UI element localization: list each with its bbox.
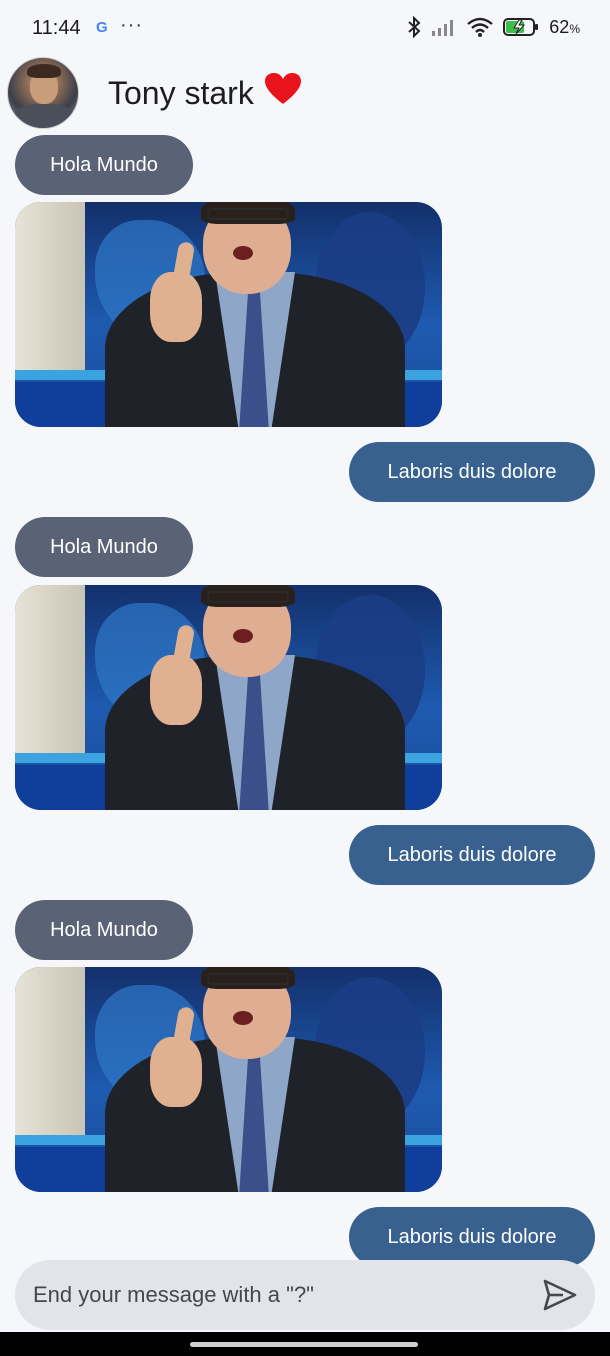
battery-percent: 62% [549, 16, 580, 37]
google-icon: G [96, 19, 108, 36]
status-bar: 11:44 G ··· 62% [0, 0, 610, 58]
gif-message[interactable] [15, 585, 442, 810]
signal-icon [432, 20, 454, 36]
message-bubble-received[interactable]: Hola Mundo [15, 135, 193, 195]
contact-name: Tony stark [108, 72, 302, 114]
message-bubble-received[interactable]: Hola Mundo [15, 517, 193, 577]
contact-name-text: Tony stark [108, 74, 254, 111]
heart-icon [264, 72, 302, 114]
gif-message[interactable] [15, 202, 442, 427]
send-icon[interactable] [543, 1279, 577, 1311]
status-icons: 62% [407, 16, 580, 38]
status-time: 11:44 [32, 17, 81, 39]
chat-header: Tony stark [0, 56, 610, 130]
message-bubble-received[interactable]: Hola Mundo [15, 900, 193, 960]
message-bubble-sent[interactable]: Laboris duis dolore [349, 825, 595, 885]
message-input[interactable] [33, 1282, 513, 1308]
system-nav-bar [0, 1332, 610, 1356]
gif-message[interactable] [15, 967, 442, 1192]
message-bubble-sent[interactable]: Laboris duis dolore [349, 1207, 595, 1267]
message-composer [15, 1260, 595, 1330]
battery-charging-icon [503, 18, 539, 36]
more-notifications-icon: ··· [120, 14, 143, 36]
wifi-icon [467, 17, 494, 37]
message-bubble-sent[interactable]: Laboris duis dolore [349, 442, 595, 502]
bluetooth-icon [408, 16, 421, 38]
home-gesture-handle[interactable] [190, 1342, 418, 1347]
avatar[interactable] [7, 57, 79, 129]
